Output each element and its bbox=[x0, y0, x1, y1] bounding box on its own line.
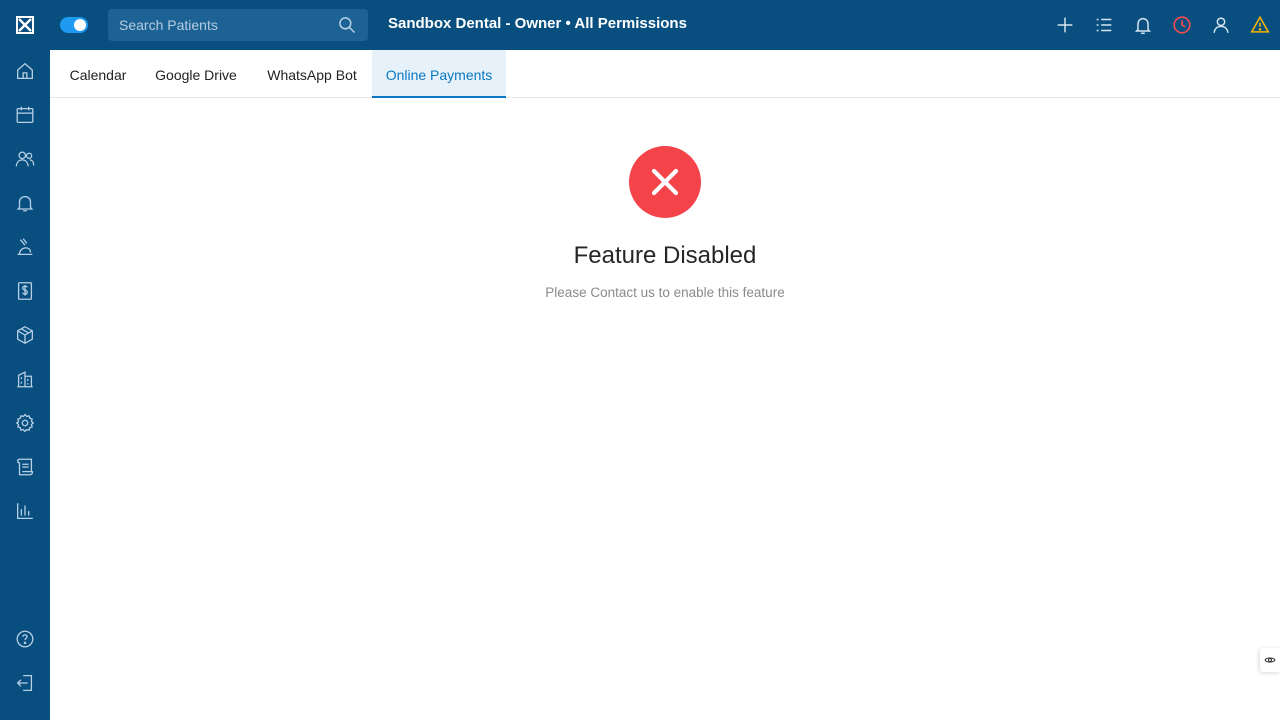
toggle-knob bbox=[74, 19, 86, 31]
tab-whatsapp-bot[interactable]: WhatsApp Bot bbox=[252, 50, 372, 98]
reports-icon[interactable] bbox=[13, 499, 37, 523]
eye-icon[interactable] bbox=[1260, 648, 1280, 672]
help-icon[interactable] bbox=[13, 627, 37, 651]
inventory-icon[interactable] bbox=[13, 323, 37, 347]
feature-disabled-title: Feature Disabled bbox=[573, 242, 757, 269]
app-logo[interactable] bbox=[16, 16, 34, 34]
tab-online-payments[interactable]: Online Payments bbox=[372, 50, 506, 98]
bell-icon[interactable] bbox=[1131, 13, 1155, 37]
treatment-icon[interactable] bbox=[13, 235, 37, 259]
tab-calendar[interactable]: Calendar bbox=[56, 50, 140, 98]
home-icon[interactable] bbox=[13, 59, 37, 83]
calendar-icon[interactable] bbox=[13, 103, 37, 127]
clock-icon[interactable] bbox=[1170, 13, 1194, 37]
search-box[interactable] bbox=[108, 9, 368, 41]
sidebar bbox=[0, 0, 50, 720]
search-input[interactable] bbox=[108, 9, 333, 41]
page-title: Sandbox Dental - Owner • All Permissions bbox=[388, 15, 687, 32]
clinic-icon[interactable] bbox=[13, 367, 37, 391]
logout-icon[interactable] bbox=[13, 671, 37, 695]
settings-tabs: Calendar Google Drive WhatsApp Bot Onlin… bbox=[50, 50, 1280, 98]
mode-toggle[interactable] bbox=[60, 17, 88, 33]
user-icon[interactable] bbox=[1209, 13, 1233, 37]
notifications-icon[interactable] bbox=[13, 191, 37, 215]
settings-icon[interactable] bbox=[13, 411, 37, 435]
top-bar: Sandbox Dental - Owner • All Permissions bbox=[50, 0, 1280, 50]
error-icon bbox=[629, 146, 701, 218]
search-icon[interactable] bbox=[337, 15, 357, 35]
billing-icon[interactable] bbox=[13, 279, 37, 303]
plus-icon[interactable] bbox=[1053, 13, 1077, 37]
documents-icon[interactable] bbox=[13, 455, 37, 479]
warning-icon[interactable] bbox=[1248, 13, 1272, 37]
patients-icon[interactable] bbox=[13, 147, 37, 171]
tab-google-drive[interactable]: Google Drive bbox=[142, 50, 250, 98]
list-icon[interactable] bbox=[1092, 13, 1116, 37]
feature-disabled-message: Please Contact us to enable this feature bbox=[545, 285, 785, 300]
